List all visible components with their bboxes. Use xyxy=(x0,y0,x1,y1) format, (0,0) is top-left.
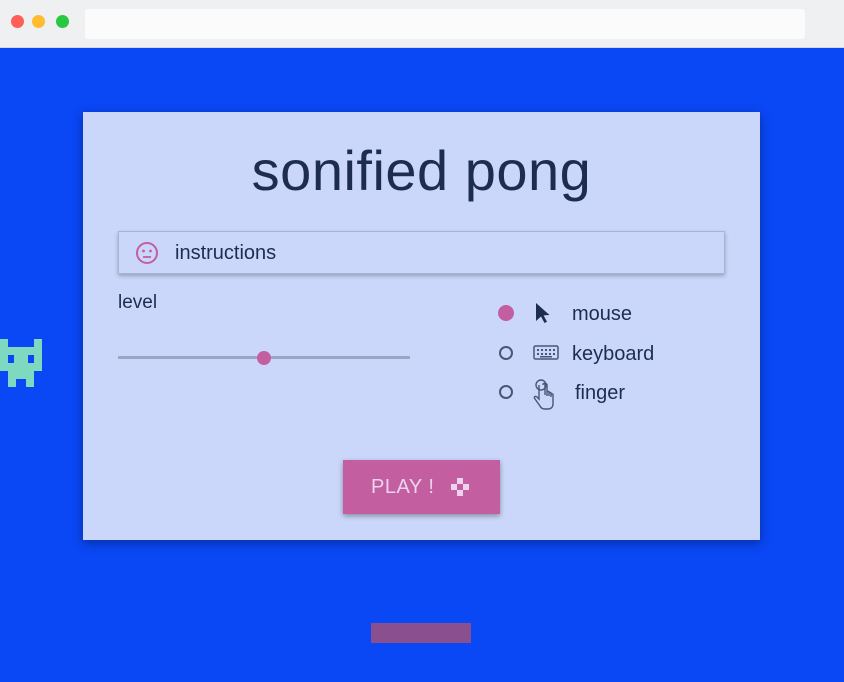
address-bar[interactable] xyxy=(85,9,805,39)
radio-label: finger xyxy=(575,382,626,404)
cursor-arrow-icon xyxy=(533,301,553,330)
radio-label: keyboard xyxy=(572,343,655,365)
radio-mouse[interactable] xyxy=(498,305,514,321)
minimize-window-button[interactable] xyxy=(32,15,45,28)
keyboard-icon xyxy=(533,344,559,367)
neutral-face-icon xyxy=(135,241,159,270)
radio-label: mouse xyxy=(572,303,633,325)
input-option-mouse[interactable]: mouse xyxy=(497,299,697,327)
maximize-window-button[interactable] xyxy=(56,15,69,28)
input-option-keyboard[interactable]: keyboard xyxy=(497,339,697,367)
pong-paddle xyxy=(371,623,471,643)
slider-thumb[interactable] xyxy=(257,351,271,365)
close-window-button[interactable] xyxy=(11,15,24,28)
level-slider[interactable] xyxy=(118,348,410,368)
radio-finger[interactable] xyxy=(499,385,513,399)
play-button[interactable]: PLAY ! xyxy=(343,460,500,514)
browser-toolbar xyxy=(0,0,844,48)
level-label: level xyxy=(118,292,158,313)
game-area: sonified pong instructions level mouse k… xyxy=(0,49,844,682)
radio-keyboard[interactable] xyxy=(499,346,513,360)
input-option-finger[interactable]: finger xyxy=(497,378,697,410)
start-dialog: sonified pong instructions level mouse k… xyxy=(83,112,760,540)
instructions-button[interactable]: instructions xyxy=(118,231,725,274)
instructions-label: instructions xyxy=(175,242,277,264)
gamepad-icon xyxy=(449,476,471,501)
space-invader-icon xyxy=(0,339,42,387)
page-title: sonified pong xyxy=(251,139,592,202)
play-button-label: PLAY ! xyxy=(371,476,435,498)
hand-pointer-icon xyxy=(531,378,557,417)
